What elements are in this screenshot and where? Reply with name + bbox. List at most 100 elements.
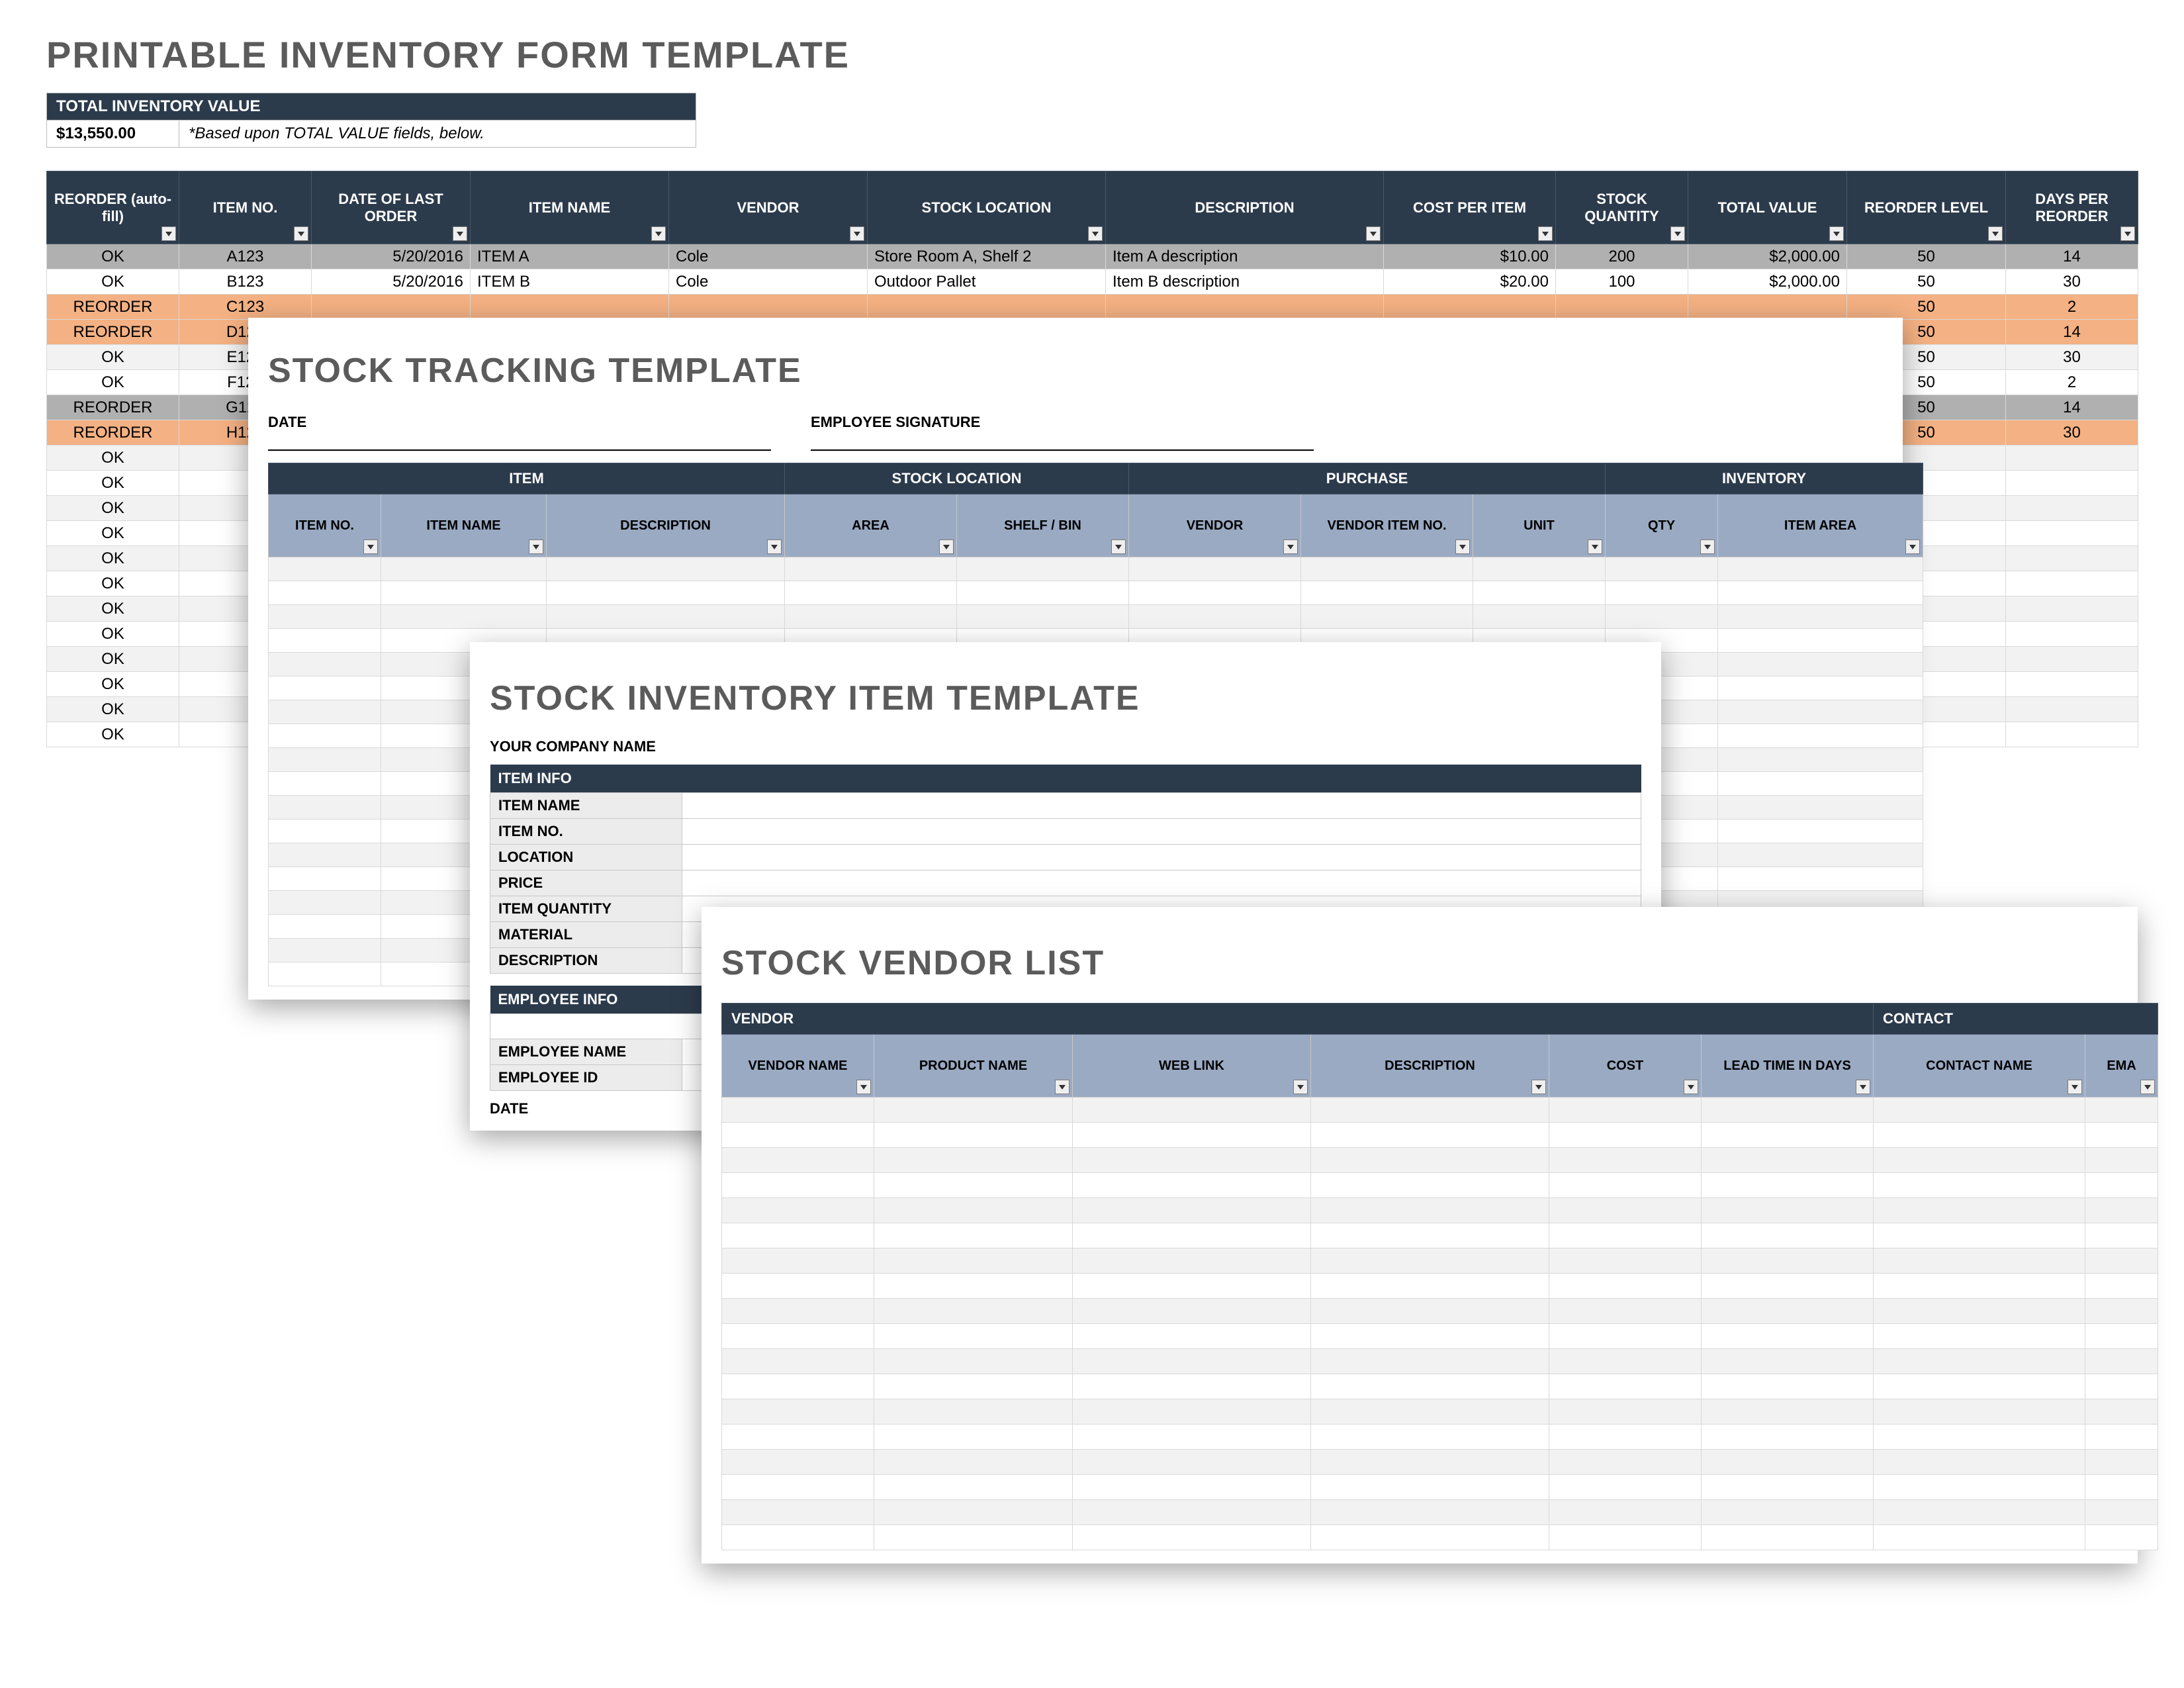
- cell[interactable]: [1549, 1500, 1702, 1525]
- cell[interactable]: [874, 1123, 1073, 1148]
- field-input[interactable]: [682, 870, 1641, 896]
- cell[interactable]: [1718, 796, 1923, 820]
- cell[interactable]: [269, 653, 381, 677]
- col-header[interactable]: STOCK LOCATION: [868, 171, 1106, 244]
- cell[interactable]: [269, 677, 381, 700]
- cell[interactable]: [2006, 571, 2138, 596]
- cell[interactable]: $20.00: [1384, 269, 1556, 295]
- cell[interactable]: $10.00: [1384, 244, 1556, 269]
- cell[interactable]: [1311, 1349, 1549, 1374]
- table-row[interactable]: [722, 1525, 2158, 1550]
- cell[interactable]: [1874, 1274, 2085, 1299]
- cell[interactable]: [1549, 1248, 1702, 1274]
- cell[interactable]: 50: [1847, 269, 2006, 295]
- cell[interactable]: [2085, 1349, 2158, 1374]
- cell[interactable]: [1556, 295, 1688, 320]
- cell[interactable]: [1311, 1098, 1549, 1123]
- cell[interactable]: Item B description: [1106, 269, 1384, 295]
- cell[interactable]: [1073, 1324, 1311, 1349]
- cell[interactable]: [874, 1299, 1073, 1324]
- cell[interactable]: [722, 1425, 874, 1450]
- filter-dropdown-icon[interactable]: [1293, 1080, 1308, 1094]
- cell[interactable]: [269, 915, 381, 939]
- cell[interactable]: [1073, 1248, 1311, 1274]
- cell[interactable]: [1311, 1148, 1549, 1173]
- cell[interactable]: ITEM B: [471, 269, 669, 295]
- cell[interactable]: OK: [47, 596, 179, 622]
- cell[interactable]: [1549, 1098, 1702, 1123]
- cell[interactable]: [1874, 1425, 2085, 1450]
- cell[interactable]: [269, 700, 381, 724]
- col-header[interactable]: DESCRIPTION: [547, 494, 785, 557]
- cell[interactable]: OK: [47, 722, 179, 747]
- cell[interactable]: [381, 605, 547, 629]
- cell[interactable]: [381, 581, 547, 605]
- cell[interactable]: 14: [2006, 320, 2138, 345]
- cell[interactable]: [1311, 1173, 1549, 1198]
- col-header[interactable]: COST PER ITEM: [1384, 171, 1556, 244]
- filter-dropdown-icon[interactable]: [1684, 1080, 1698, 1094]
- filter-dropdown-icon[interactable]: [1700, 539, 1715, 554]
- cell[interactable]: [2085, 1148, 2158, 1173]
- col-header[interactable]: LEAD TIME IN DAYS: [1702, 1035, 1874, 1098]
- filter-dropdown-icon[interactable]: [2140, 1080, 2155, 1094]
- cell[interactable]: [1718, 557, 1923, 581]
- cell[interactable]: [1073, 1450, 1311, 1475]
- cell[interactable]: [269, 748, 381, 772]
- cell[interactable]: OK: [47, 496, 179, 521]
- cell[interactable]: [1702, 1425, 1874, 1450]
- cell[interactable]: [722, 1324, 874, 1349]
- cell[interactable]: [2085, 1374, 2158, 1399]
- cell[interactable]: [1073, 1425, 1311, 1450]
- cell[interactable]: [2085, 1399, 2158, 1425]
- cell[interactable]: OK: [47, 345, 179, 370]
- cell[interactable]: [1106, 295, 1384, 320]
- cell[interactable]: [1311, 1450, 1549, 1475]
- cell[interactable]: [2085, 1425, 2158, 1450]
- cell[interactable]: [1874, 1248, 2085, 1274]
- table-row[interactable]: [722, 1198, 2158, 1223]
- cell[interactable]: [874, 1248, 1073, 1274]
- cell[interactable]: $2,000.00: [1688, 269, 1847, 295]
- cell[interactable]: OK: [47, 370, 179, 395]
- cell[interactable]: [1874, 1173, 2085, 1198]
- col-header[interactable]: SHELF / BIN: [957, 494, 1129, 557]
- table-row[interactable]: OKA1235/20/2016ITEM AColeStore Room A, S…: [47, 244, 2138, 269]
- cell[interactable]: 14: [2006, 395, 2138, 420]
- cell[interactable]: [1549, 1374, 1702, 1399]
- cell[interactable]: 200: [1556, 244, 1688, 269]
- col-header[interactable]: VENDOR: [1129, 494, 1301, 557]
- cell[interactable]: [722, 1500, 874, 1525]
- cell[interactable]: [1688, 295, 1847, 320]
- cell[interactable]: OK: [47, 521, 179, 546]
- filter-dropdown-icon[interactable]: [161, 226, 176, 241]
- cell[interactable]: Item A description: [1106, 244, 1384, 269]
- filter-dropdown-icon[interactable]: [651, 226, 666, 241]
- cell[interactable]: [722, 1450, 874, 1475]
- cell[interactable]: REORDER: [47, 295, 179, 320]
- table-row[interactable]: [722, 1173, 2158, 1198]
- cell[interactable]: [2006, 672, 2138, 697]
- cell[interactable]: Store Room A, Shelf 2: [868, 244, 1106, 269]
- cell[interactable]: REORDER: [47, 395, 179, 420]
- filter-dropdown-icon[interactable]: [2068, 1080, 2082, 1094]
- filter-dropdown-icon[interactable]: [1455, 539, 1470, 554]
- cell[interactable]: OK: [47, 269, 179, 295]
- cell[interactable]: [1073, 1223, 1311, 1248]
- col-header[interactable]: VENDOR ITEM NO.: [1301, 494, 1473, 557]
- cell[interactable]: [1129, 605, 1301, 629]
- cell[interactable]: [1702, 1450, 1874, 1475]
- col-header[interactable]: CONTACT NAME: [1874, 1035, 2085, 1098]
- cell[interactable]: [1301, 605, 1473, 629]
- cell[interactable]: [381, 557, 547, 581]
- cell[interactable]: [722, 1123, 874, 1148]
- filter-dropdown-icon[interactable]: [1988, 226, 2003, 241]
- cell[interactable]: [1311, 1374, 1549, 1399]
- cell[interactable]: [1874, 1500, 2085, 1525]
- cell[interactable]: [269, 796, 381, 820]
- cell[interactable]: [722, 1525, 874, 1550]
- cell[interactable]: OK: [47, 546, 179, 571]
- cell[interactable]: [1702, 1223, 1874, 1248]
- cell[interactable]: [874, 1098, 1073, 1123]
- col-header[interactable]: ITEM NO.: [269, 494, 381, 557]
